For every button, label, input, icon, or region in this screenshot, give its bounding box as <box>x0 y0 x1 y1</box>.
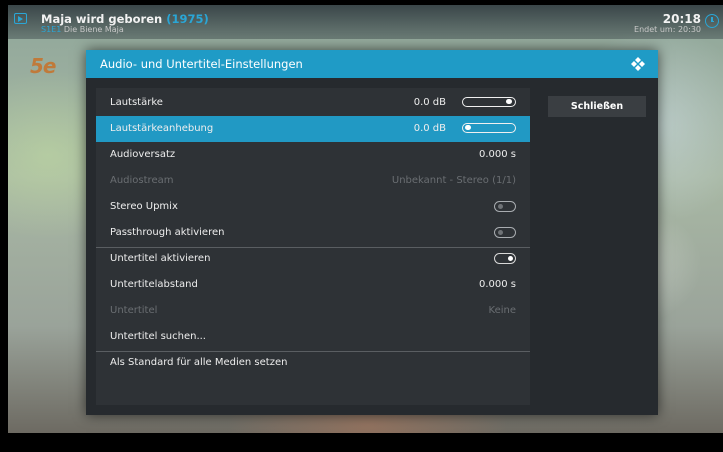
volume-slider[interactable] <box>462 123 516 133</box>
settings-row-value: 0.0 dB <box>413 123 446 134</box>
settings-row[interactable]: Audioversatz 0.000 s <box>96 142 530 168</box>
now-playing-title: Maja wird geboren (1975) <box>41 12 209 26</box>
letterbox-left <box>0 5 8 433</box>
volume-slider[interactable] <box>462 97 516 107</box>
settings-row-label: Lautstärkeanhebung <box>110 123 214 134</box>
settings-row-label: Als Standard für alle Medien setzen <box>110 357 288 368</box>
settings-row[interactable]: Lautstärkeanhebung 0.0 dB <box>96 116 530 142</box>
settings-row-label: Untertitel aktivieren <box>110 253 211 264</box>
ends-at-label: Endet um: 20:30 <box>634 25 701 34</box>
settings-row-value: Unbekannt - Stereo (1/1) <box>391 175 516 186</box>
settings-row-label: Untertitelabstand <box>110 279 198 290</box>
clock-icon <box>705 14 719 28</box>
settings-row-value: 0.000 s <box>478 279 516 290</box>
settings-row-label: Audiostream <box>110 175 174 186</box>
dialog-header: Audio- und Untertitel-Einstellungen <box>86 50 658 78</box>
settings-row[interactable]: Als Standard für alle Medien setzen <box>96 350 530 376</box>
episode-code: S1E1 <box>41 25 62 34</box>
toggle-dot <box>498 203 503 209</box>
settings-row[interactable]: Untertitel suchen... <box>96 324 530 350</box>
settings-row-value: 0.000 s <box>478 149 516 160</box>
settings-row-label: Audioversatz <box>110 149 176 160</box>
settings-row[interactable]: Lautstärke 0.0 dB <box>96 90 530 116</box>
dialog-title: Audio- und Untertitel-Einstellungen <box>100 57 303 71</box>
settings-row-label: Passthrough aktivieren <box>110 227 225 238</box>
slider-knob[interactable] <box>465 125 471 130</box>
toggle-switch[interactable] <box>494 201 516 212</box>
settings-row[interactable]: Passthrough aktivieren <box>96 220 530 246</box>
settings-row: Audiostream Unbekannt - Stereo (1/1) <box>96 168 530 194</box>
settings-row-label: Untertitel suchen... <box>110 331 206 342</box>
toggle-dot <box>508 255 513 261</box>
settings-row-value: 0.0 dB <box>413 97 446 108</box>
now-playing-bar: Maja wird geboren (1975) S1E1 Die Biene … <box>8 5 723 39</box>
kodi-logo-icon <box>631 57 645 71</box>
settings-row-value: Keine <box>488 305 516 316</box>
toggle-switch[interactable] <box>494 253 516 264</box>
settings-row[interactable]: Stereo Upmix <box>96 194 530 220</box>
settings-row-label: Lautstärke <box>110 97 163 108</box>
settings-row[interactable]: Untertitelabstand 0.000 s <box>96 272 530 298</box>
clock: 20:18 <box>662 12 701 26</box>
show-year: (1975) <box>166 12 209 26</box>
now-playing-subtitle: S1E1 Die Biene Maja <box>41 25 124 34</box>
slider-knob[interactable] <box>506 99 512 104</box>
toggle-dot <box>498 229 503 235</box>
audio-subtitle-dialog: Audio- und Untertitel-Einstellungen Laut… <box>86 50 658 415</box>
settings-row: Untertitel Keine <box>96 298 530 324</box>
tv-show-icon <box>14 13 27 24</box>
settings-list: Lautstärke 0.0 dB Lautstärkeanhebung 0.0 dB… <box>96 88 530 405</box>
settings-row-label: Stereo Upmix <box>110 201 178 212</box>
show-title: Maja wird geboren <box>41 12 163 26</box>
toggle-switch[interactable] <box>494 227 516 238</box>
settings-row[interactable]: Untertitel aktivieren <box>96 246 530 272</box>
episode-title: Die Biene Maja <box>63 25 124 34</box>
settings-row-label: Untertitel <box>110 305 158 316</box>
close-button[interactable]: Schließen <box>548 96 646 117</box>
letterbox-bottom <box>0 433 723 452</box>
channel-logo: 5e <box>30 54 56 78</box>
